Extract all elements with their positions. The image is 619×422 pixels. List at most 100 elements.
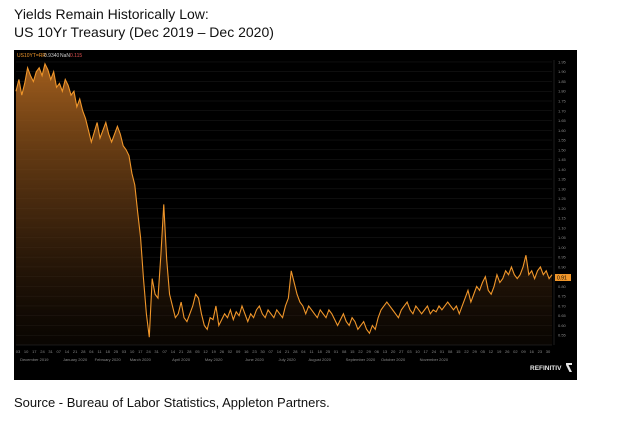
chart-title-line-2: US 10Yr Treasury (Dec 2019 – Dec 2020)	[14, 24, 274, 40]
x-month-label: September 2020	[346, 357, 376, 362]
x-tick-label: 13	[383, 349, 388, 354]
x-tick-label: 20	[391, 349, 396, 354]
ticker-value: 0.9340	[44, 53, 60, 59]
x-tick-label: 01	[334, 349, 339, 354]
x-month-label: August 2020	[308, 357, 331, 362]
brand-logo: REFINITIV	[530, 363, 572, 372]
y-tick-label: 1.65	[558, 118, 567, 123]
x-tick-label: 05	[195, 349, 200, 354]
x-tick-label: 10	[24, 349, 29, 354]
chart-header: US10YT=RR 0.9340 NaN 0.115	[17, 53, 82, 59]
y-tick-label: 1.20	[558, 206, 567, 211]
x-tick-label: 03	[16, 349, 21, 354]
x-month-label: October 2020	[381, 357, 406, 362]
y-tick-label: 0.90	[558, 264, 567, 269]
y-tick-label: 1.75	[558, 98, 567, 103]
x-tick-label: 07	[57, 349, 62, 354]
y-tick-label: 1.15	[558, 216, 567, 221]
y-tick-label: 1.10	[558, 225, 567, 230]
x-tick-label: 01	[440, 349, 445, 354]
x-tick-label: 26	[220, 349, 225, 354]
y-tick-label: 0.80	[558, 284, 567, 289]
x-tick-label: 31	[154, 349, 159, 354]
chart-panel: 0.550.600.650.700.750.800.850.900.951.00…	[14, 50, 577, 380]
source-note: Source - Bureau of Labor Statistics, App…	[14, 395, 330, 410]
x-month-label: June 2020	[245, 357, 264, 362]
x-tick-label: 26	[505, 349, 510, 354]
x-tick-label: 18	[105, 349, 110, 354]
yield-chart: 0.550.600.650.700.750.800.850.900.951.00…	[15, 53, 572, 372]
y-tick-label: 1.60	[558, 128, 567, 133]
x-tick-label: 30	[546, 349, 551, 354]
x-tick-label: 28	[187, 349, 192, 354]
x-tick-label: 11	[97, 349, 102, 354]
x-tick-label: 16	[529, 349, 534, 354]
x-tick-label: 25	[114, 349, 119, 354]
x-tick-label: 27	[399, 349, 404, 354]
y-tick-label: 1.55	[558, 138, 567, 143]
x-tick-label: 12	[489, 349, 494, 354]
x-tick-label: 04	[89, 349, 94, 354]
series-area-fill	[16, 63, 552, 346]
x-tick-label: 17	[32, 349, 37, 354]
x-tick-label: 06	[375, 349, 380, 354]
x-tick-label: 08	[448, 349, 453, 354]
y-tick-label: 1.50	[558, 147, 567, 152]
x-tick-label: 22	[358, 349, 363, 354]
x-tick-label: 18	[317, 349, 322, 354]
x-tick-label: 16	[244, 349, 249, 354]
x-month-label: May 2020	[205, 357, 223, 362]
y-tick-label: 1.00	[558, 245, 567, 250]
x-month-label: January 2020	[63, 357, 88, 362]
x-tick-label: 24	[40, 349, 45, 354]
y-tick-label: 1.40	[558, 167, 567, 172]
x-tick-label: 24	[146, 349, 151, 354]
x-tick-label: 15	[350, 349, 355, 354]
x-tick-label: 21	[73, 349, 78, 354]
y-tick-label: 0.70	[558, 303, 567, 308]
x-tick-label: 11	[309, 349, 314, 354]
x-tick-label: 19	[497, 349, 502, 354]
y-tick-label: 0.95	[558, 255, 567, 260]
brand-name: REFINITIV	[530, 365, 562, 372]
x-tick-label: 02	[513, 349, 518, 354]
x-tick-label: 22	[464, 349, 469, 354]
x-month-label: March 2020	[130, 357, 152, 362]
y-tick-label: 1.90	[558, 69, 567, 74]
x-tick-label: 04	[301, 349, 306, 354]
last-value-text: 0.91	[557, 276, 567, 282]
x-month-label: July 2020	[279, 357, 297, 362]
y-tick-label: 1.45	[558, 157, 567, 162]
x-tick-label: 12	[203, 349, 208, 354]
x-tick-label: 28	[293, 349, 298, 354]
x-tick-label: 07	[269, 349, 274, 354]
header-label-3: 0.115	[70, 53, 82, 59]
x-tick-label: 15	[456, 349, 461, 354]
x-tick-label: 30	[260, 349, 265, 354]
x-tick-label: 21	[179, 349, 184, 354]
x-tick-label: 28	[81, 349, 86, 354]
y-tick-label: 1.70	[558, 108, 567, 113]
y-tick-label: 1.30	[558, 186, 567, 191]
x-tick-label: 31	[48, 349, 53, 354]
x-tick-label: 17	[138, 349, 143, 354]
x-month-label: February 2020	[95, 357, 122, 362]
x-tick-label: 08	[342, 349, 347, 354]
x-tick-label: 29	[472, 349, 477, 354]
y-tick-label: 0.65	[558, 313, 567, 318]
x-tick-label: 14	[277, 349, 282, 354]
header-label-2: NaN	[60, 53, 70, 59]
x-tick-label: 09	[521, 349, 526, 354]
x-tick-label: 10	[415, 349, 420, 354]
x-tick-label: 14	[65, 349, 70, 354]
last-value-tag: 0.91	[555, 274, 571, 282]
y-tick-label: 1.25	[558, 196, 567, 201]
y-tick-label: 0.60	[558, 323, 567, 328]
x-tick-label: 23	[538, 349, 543, 354]
x-tick-label: 24	[432, 349, 437, 354]
x-tick-label: 29	[366, 349, 371, 354]
x-tick-label: 25	[326, 349, 331, 354]
x-tick-label: 03	[407, 349, 412, 354]
x-tick-label: 09	[236, 349, 241, 354]
x-tick-label: 03	[122, 349, 127, 354]
